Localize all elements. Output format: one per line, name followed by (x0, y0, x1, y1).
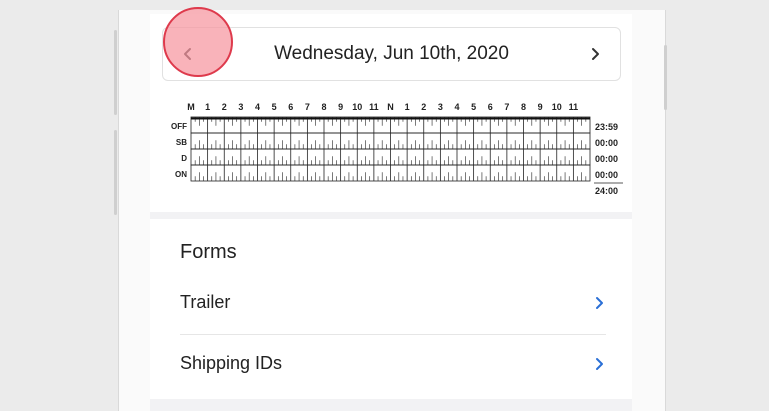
hour-label: 2 (222, 102, 227, 112)
grand-total: 24:00 (595, 186, 618, 196)
hour-label: 1 (205, 102, 210, 112)
device-side-button (664, 45, 667, 110)
hour-label: 9 (538, 102, 543, 112)
hour-label: 6 (288, 102, 293, 112)
form-item-trailer[interactable]: Trailer (180, 278, 606, 330)
hour-label: 2 (421, 102, 426, 112)
status-row-label: OFF (171, 122, 187, 131)
form-item-shipping-ids[interactable]: Shipping IDs (180, 339, 606, 391)
status-row-label: SB (176, 138, 187, 147)
hour-label: 1 (405, 102, 410, 112)
hour-label: 4 (255, 102, 260, 112)
hour-label: 11 (369, 102, 379, 112)
status-row-total: 00:00 (595, 154, 618, 164)
hour-label: 4 (454, 102, 459, 112)
hour-label: 3 (438, 102, 443, 112)
app-screen: Wednesday, Jun 10th, 2020 M 1 2 3 4 5 6 7 8 9 10 11… (150, 14, 632, 411)
hour-label: 3 (238, 102, 243, 112)
forms-section-title: Forms (180, 241, 237, 263)
hour-label: 7 (504, 102, 509, 112)
hour-label: 8 (321, 102, 326, 112)
hour-label: 5 (272, 102, 277, 112)
form-item-label: Shipping IDs (180, 353, 283, 373)
hour-label: 5 (471, 102, 476, 112)
status-row-label: D (181, 154, 187, 163)
status-row-total: 00:00 (595, 138, 618, 148)
hour-label: 10 (352, 102, 362, 112)
hour-label: 7 (305, 102, 310, 112)
hour-label: 10 (552, 102, 562, 112)
hour-label: 6 (488, 102, 493, 112)
chevron-right-icon (596, 297, 603, 309)
status-row-label: ON (175, 170, 187, 179)
form-item-label: Trailer (180, 292, 231, 312)
device-side-button (114, 130, 117, 215)
hour-label: M (187, 102, 195, 112)
status-row-total: 23:59 (595, 122, 618, 132)
hour-label: 8 (521, 102, 526, 112)
tap-indicator (163, 7, 233, 77)
divider (180, 334, 606, 335)
status-row-total: 00:00 (595, 170, 618, 180)
hour-label: 9 (338, 102, 343, 112)
device-side-button (114, 30, 117, 115)
hour-label: 11 (569, 102, 579, 112)
chevron-right-icon (596, 358, 603, 370)
hour-label: N (387, 102, 394, 112)
